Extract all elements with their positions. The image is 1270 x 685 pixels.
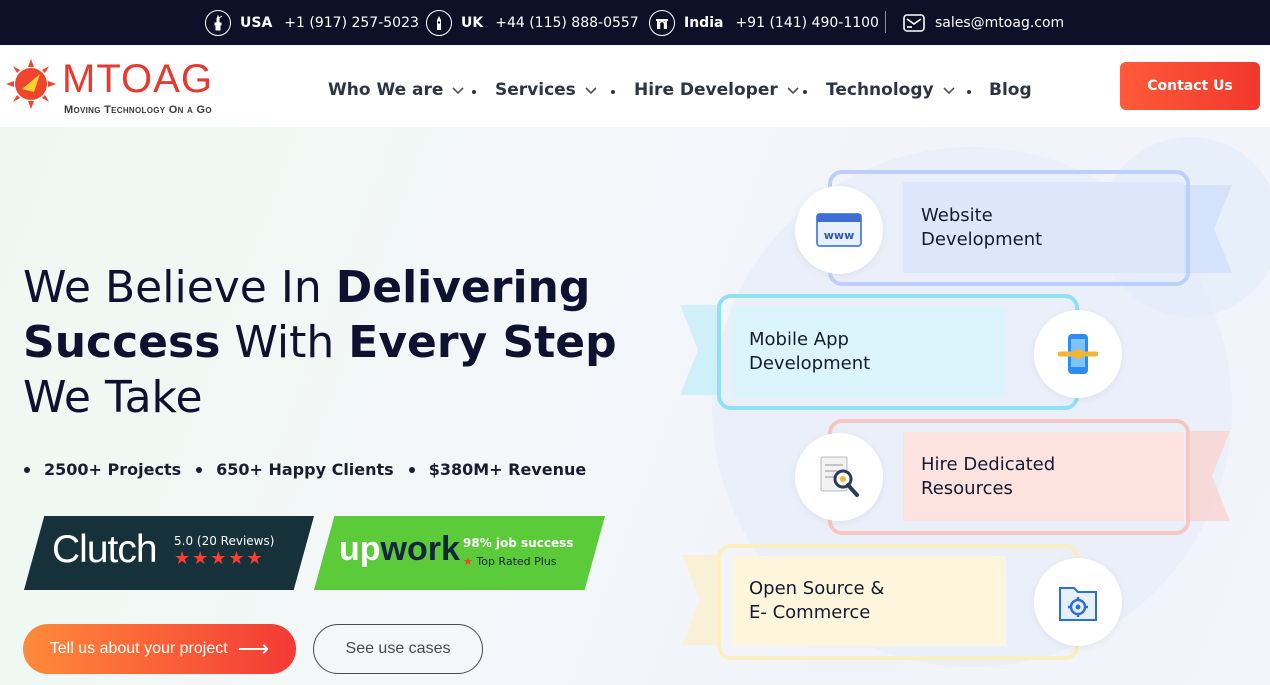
nav-technology[interactable]: Technology [826,45,956,135]
india-gate-icon [649,9,675,36]
email-address: sales@mtoag.com [935,14,1065,31]
nav-separator-dot [803,90,807,94]
headline-text: We Take [23,372,203,423]
rating-stars-icon: ★★★★★ [174,548,265,569]
chevron-down-icon [943,87,955,95]
nav-services[interactable]: Services [495,45,598,135]
service-title: Mobile App [749,329,849,350]
star-icon: ★ [463,555,473,568]
logo-tagline: Moving Technology On a Go [64,104,212,116]
nav-who-we-are[interactable]: Who We are [328,45,465,135]
svg-text:www: www [824,229,855,242]
upwork-logo: upwork [339,530,460,568]
logo-mark-icon [6,59,56,109]
www-browser-icon: www [795,186,883,274]
top-rated-label: Top Rated Plus [476,555,557,568]
phone-number: +44 (115) 888-0557 [495,14,639,31]
nav-label: Blog [989,80,1032,100]
bullet-dot [408,466,415,473]
hero-headline: We Believe In Delivering Success With Ev… [23,260,617,425]
contact-email[interactable]: sales@mtoag.com [903,0,1064,45]
contact-india[interactable]: India +91 (141) 490-1100 [649,0,879,45]
clutch-logo: Clutch [52,528,158,571]
site-logo[interactable]: MTOAG Moving Technology On a Go [6,55,246,120]
country-label: USA [240,14,273,31]
upwork-job-success: 98% job success [463,536,574,550]
upwork-badge[interactable]: upwork 98% job success ★ Top Rated Plus [314,516,605,590]
service-title: Development [921,228,1043,250]
service-title: Resources [921,477,1013,499]
nav-blog[interactable]: Blog [989,45,1032,135]
stat-clients: 650+ Happy Clients [216,460,394,479]
service-title: E- Commerce [749,602,871,623]
clutch-rating: 5.0 (20 Reviews) [174,534,275,548]
phone-number: +1 (917) 257-5023 [284,14,419,31]
contact-uk[interactable]: UK +44 (115) 888-0557 [426,0,639,45]
stat-revenue: $380M+ Revenue [428,460,587,479]
service-mobile-app-development[interactable]: Mobile App Development [731,307,1006,397]
nav-label: Who We are [328,80,444,100]
bullet-dot [196,466,203,473]
upwork-top-rated: ★ Top Rated Plus [463,555,557,568]
tell-us-project-button[interactable]: Tell us about your project ⟶ [23,624,296,674]
nav-label: Technology [826,80,934,100]
nav-separator-dot [611,90,615,94]
headline-text: We Believe In [23,262,336,313]
nav-separator-dot [967,90,971,94]
ribbon-decoration [1186,431,1230,521]
big-ben-icon [426,9,452,36]
service-title: Open Source & [749,578,885,599]
service-title: Hire Dedicated [921,453,1056,475]
contact-us-button[interactable]: Contact Us [1120,62,1260,110]
arrow-right-icon: ⟶ [237,636,270,661]
stat-projects: 2500+ Projects [44,460,182,479]
service-title: Development [749,353,871,374]
headline-emphasis: Every Step [348,317,617,368]
phone-number: +91 (141) 490-1100 [735,14,879,31]
topbar-divider [885,11,886,33]
logo-wordmark: MTOAG [62,57,213,101]
see-use-cases-button[interactable]: See use cases [313,624,483,674]
ribbon-decoration [682,555,720,645]
nav-label: Hire Developer [634,80,778,100]
nav-separator-dot [472,90,476,94]
clutch-badge[interactable]: Clutch 5.0 (20 Reviews) ★★★★★ [24,516,314,590]
chevron-down-icon [452,87,465,95]
service-website-development[interactable]: Website Development [903,182,1184,273]
ribbon-decoration [680,305,720,395]
resume-search-icon [795,433,883,521]
stats-row: 2500+ Projects 650+ Happy Clients $380M+… [24,460,601,479]
country-label: UK [461,14,484,31]
service-title: Website [921,204,993,226]
mail-icon [903,13,925,32]
nav-label: Services [495,80,576,100]
contact-usa[interactable]: USA +1 (917) 257-5023 [205,0,419,45]
top-contact-bar: USA +1 (917) 257-5023 UK +44 (115) 888-0… [0,0,1270,45]
main-header: MTOAG Moving Technology On a Go Who We a… [0,45,1270,127]
button-label: Tell us about your project [49,640,228,657]
settings-folder-icon [1034,558,1122,646]
headline-emphasis: Success [23,317,221,368]
chevron-down-icon [585,87,597,95]
country-label: India [684,14,724,31]
headline-emphasis: Delivering [335,262,591,313]
chevron-down-icon [787,87,799,95]
bullet-dot [24,466,30,473]
statue-of-liberty-icon [205,9,231,36]
mobile-gear-icon [1034,310,1122,398]
service-open-source-ecommerce[interactable]: Open Source & E- Commerce [731,556,1006,646]
nav-hire-developer[interactable]: Hire Developer [634,45,800,135]
headline-text: With [220,317,349,368]
service-hire-dedicated-resources[interactable]: Hire Dedicated Resources [903,432,1184,521]
hero-section: We Believe In Delivering Success With Ev… [0,127,1270,685]
